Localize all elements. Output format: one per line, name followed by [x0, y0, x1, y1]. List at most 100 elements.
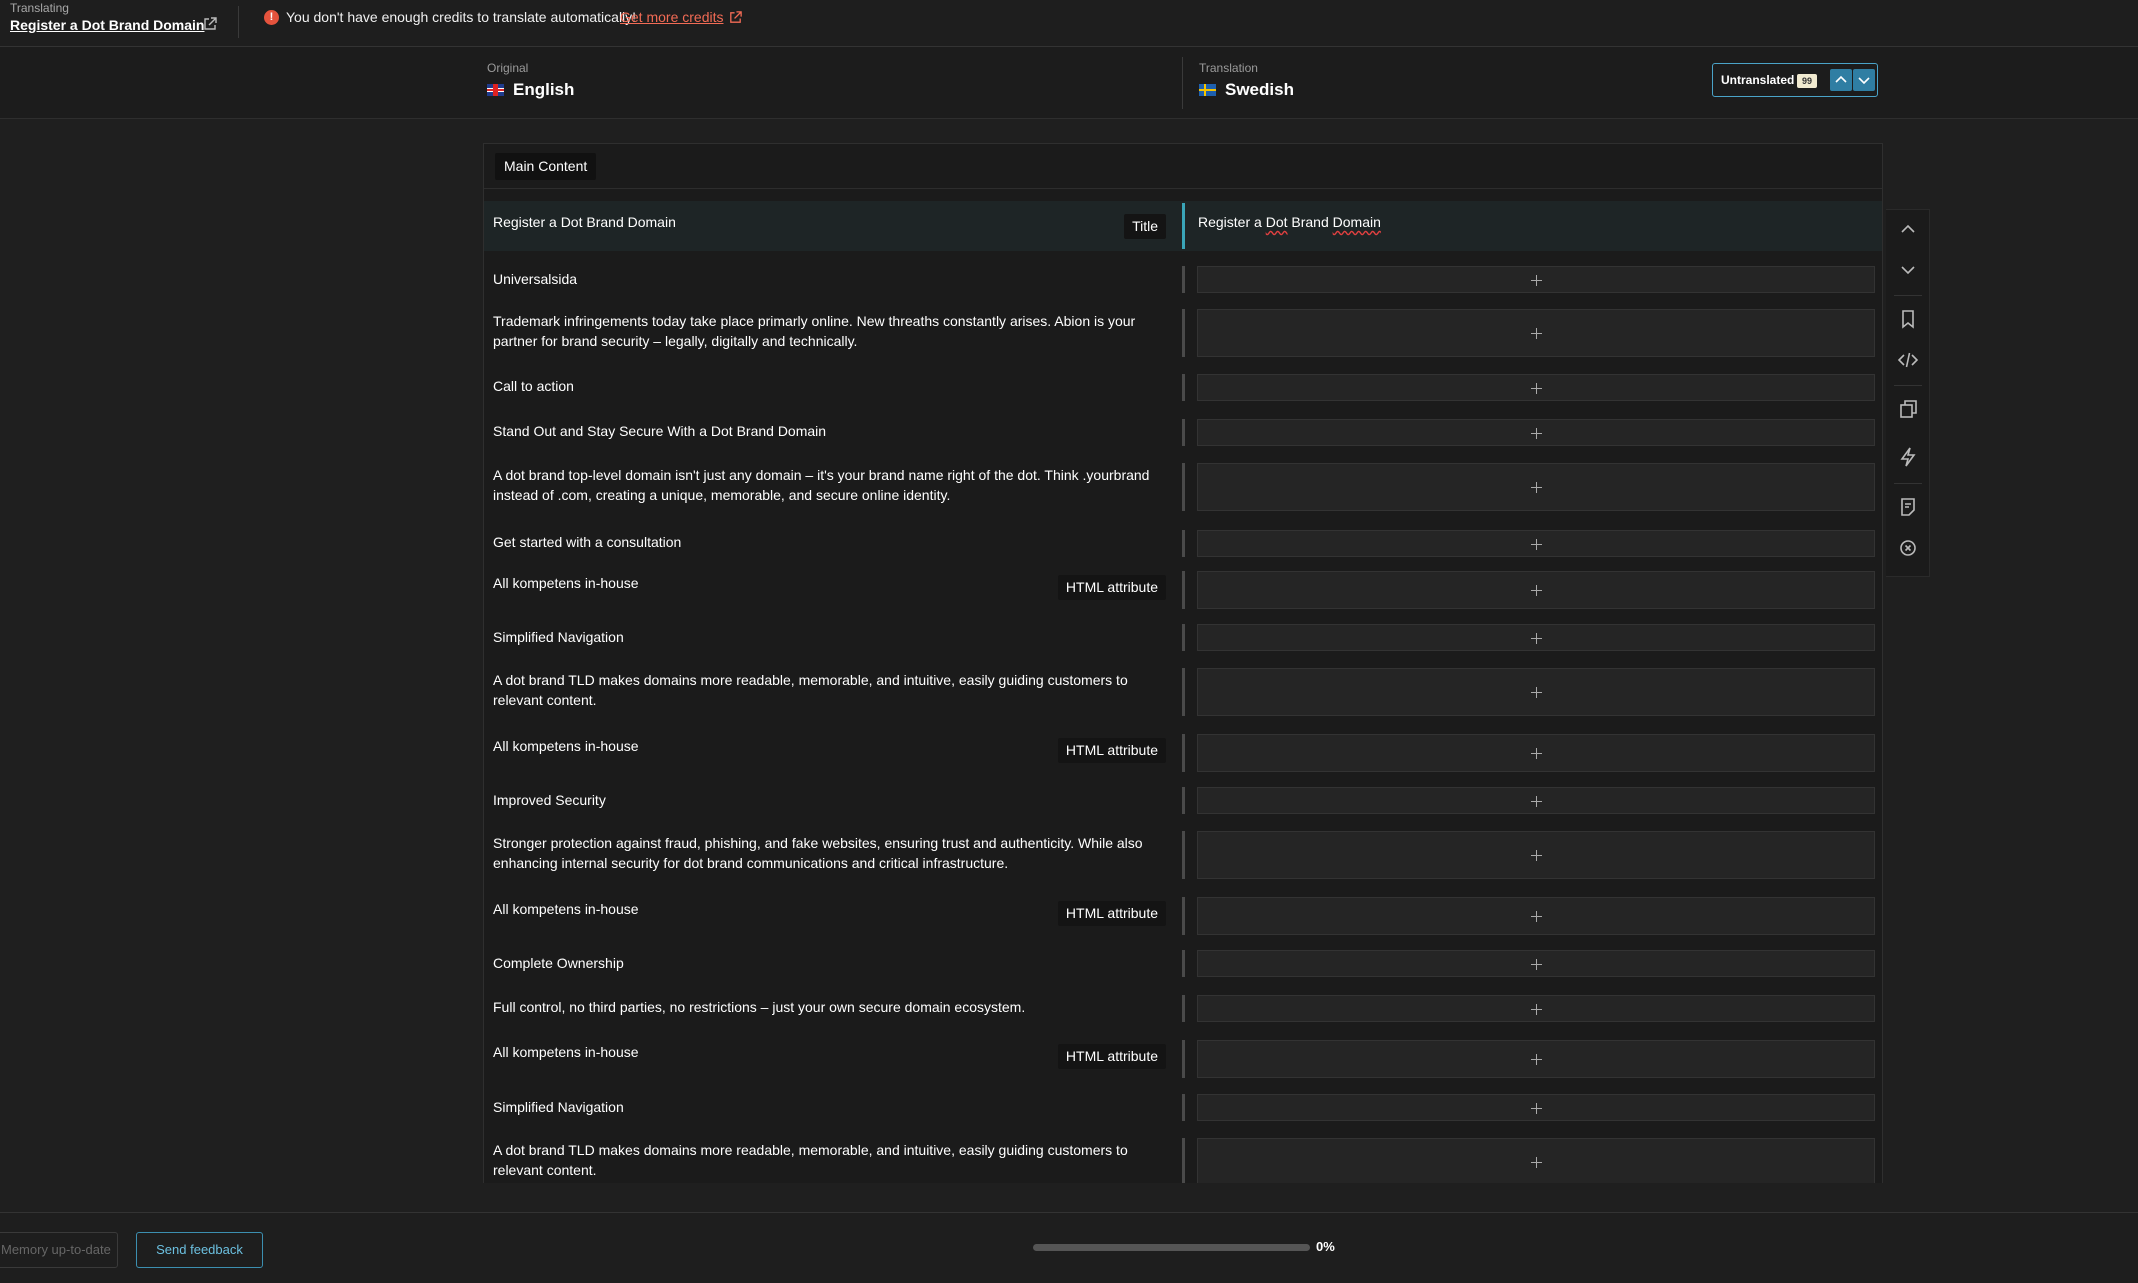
table-row[interactable]: Register a Dot Brand Domain Title Regist… — [484, 201, 1882, 251]
row-indicator — [1182, 309, 1185, 357]
plus-icon — [1531, 382, 1542, 394]
field-type-badge: HTML attribute — [1057, 575, 1166, 600]
add-translation-button[interactable] — [1197, 374, 1875, 401]
source-text: Improved Security — [493, 792, 606, 808]
add-translation-button[interactable] — [1197, 419, 1875, 446]
mode-label: Translating — [10, 1, 69, 15]
previous-untranslated-button[interactable] — [1830, 69, 1852, 91]
field-type-badge: HTML attribute — [1057, 738, 1166, 763]
language-header: Original English Translation Swedish Unt… — [0, 47, 2138, 119]
source-text: All kompetens in-house — [493, 901, 639, 917]
source-text: All kompetens in-house — [493, 1044, 639, 1060]
source-text: Call to action — [493, 378, 574, 394]
translation-input[interactable]: Register a Dot Brand Domain — [1198, 212, 1381, 232]
copy-icon[interactable] — [1897, 398, 1919, 420]
source-text: Trademark infringements today take place… — [493, 313, 1136, 349]
chevron-down-icon[interactable] — [1897, 259, 1919, 281]
field-type-badge: Title — [1124, 214, 1166, 239]
table-row[interactable]: Universalsida — [484, 260, 1882, 298]
row-indicator — [1182, 266, 1185, 293]
add-translation-button[interactable] — [1197, 266, 1875, 293]
add-translation-button[interactable] — [1197, 571, 1875, 609]
field-type-badge: HTML attribute — [1057, 901, 1166, 926]
bottom-bar: Memory up-to-date Send feedback 0% — [0, 1212, 2138, 1283]
add-translation-button[interactable] — [1197, 897, 1875, 935]
chevron-down-icon — [1858, 77, 1870, 85]
row-indicator — [1182, 831, 1185, 879]
plus-icon — [1531, 748, 1542, 759]
table-row[interactable]: Get started with a consultation — [484, 524, 1882, 562]
page-title-link[interactable]: Register a Dot Brand Domain — [10, 17, 204, 33]
divider — [1182, 57, 1183, 109]
table-row[interactable]: Simplified Navigation — [484, 618, 1882, 656]
add-translation-button[interactable] — [1197, 624, 1875, 651]
table-row[interactable]: Simplified Navigation — [484, 1088, 1882, 1126]
row-indicator — [1182, 571, 1185, 609]
lightning-icon[interactable] — [1897, 446, 1919, 468]
source-text: Stronger protection against fraud, phish… — [493, 835, 1143, 871]
get-more-credits-link[interactable]: Get more credits — [620, 9, 723, 25]
divider — [484, 188, 1882, 189]
add-translation-button[interactable] — [1197, 1138, 1875, 1183]
table-row[interactable]: Full control, no third parties, no restr… — [484, 989, 1882, 1027]
plus-icon — [1531, 687, 1542, 698]
row-indicator — [1182, 374, 1185, 401]
untranslated-count-badge: 99 — [1797, 74, 1817, 88]
add-translation-button[interactable] — [1197, 831, 1875, 879]
section-label: Main Content — [495, 153, 597, 180]
table-row[interactable]: Stand Out and Stay Secure With a Dot Bra… — [484, 413, 1882, 451]
plus-icon — [1531, 958, 1542, 970]
table-row[interactable]: Call to action — [484, 368, 1882, 406]
add-translation-button[interactable] — [1197, 1040, 1875, 1078]
original-label: Original — [487, 61, 529, 75]
source-text: All kompetens in-house — [493, 575, 639, 591]
table-row[interactable]: All kompetens in-house HTML attribute — [484, 891, 1882, 941]
divider — [1894, 483, 1922, 484]
row-indicator — [1182, 950, 1185, 977]
send-feedback-button[interactable]: Send feedback — [136, 1232, 263, 1268]
plus-icon — [1531, 1157, 1542, 1168]
close-circle-icon[interactable] — [1897, 537, 1919, 559]
divider — [1894, 295, 1922, 296]
table-row[interactable]: All kompetens in-house HTML attribute — [484, 1034, 1882, 1084]
code-icon[interactable] — [1897, 349, 1919, 371]
add-translation-button[interactable] — [1197, 1094, 1875, 1121]
table-row[interactable]: Improved Security — [484, 781, 1882, 819]
row-indicator — [1182, 1094, 1185, 1121]
uk-flag-icon — [487, 84, 504, 96]
add-translation-button[interactable] — [1197, 668, 1875, 716]
external-link-icon[interactable] — [728, 10, 743, 25]
external-link-icon[interactable] — [202, 16, 218, 32]
row-indicator — [1182, 787, 1185, 814]
plus-icon — [1531, 911, 1542, 922]
bookmark-icon[interactable] — [1897, 308, 1919, 330]
add-translation-button[interactable] — [1197, 995, 1875, 1022]
source-text: A dot brand top-level domain isn't just … — [493, 467, 1150, 503]
source-text: Simplified Navigation — [493, 629, 624, 645]
translation-label: Translation — [1199, 61, 1258, 75]
add-translation-button[interactable] — [1197, 463, 1875, 511]
table-row[interactable]: Trademark infringements today take place… — [484, 302, 1882, 366]
note-icon[interactable] — [1897, 496, 1919, 518]
untranslated-filter[interactable]: Untranslated 99 — [1712, 63, 1878, 97]
plus-icon — [1531, 632, 1542, 644]
table-row[interactable]: Stronger protection against fraud, phish… — [484, 825, 1882, 889]
table-row[interactable]: A dot brand TLD makes domains more reada… — [484, 1132, 1882, 1183]
next-untranslated-button[interactable] — [1853, 69, 1875, 91]
add-translation-button[interactable] — [1197, 309, 1875, 357]
chevron-up-icon — [1835, 75, 1847, 83]
add-translation-button[interactable] — [1197, 787, 1875, 814]
table-row[interactable]: Complete Ownership — [484, 944, 1882, 982]
memory-status-button[interactable]: Memory up-to-date — [0, 1232, 118, 1268]
table-row[interactable]: All kompetens in-house HTML attribute — [484, 728, 1882, 778]
add-translation-button[interactable] — [1197, 530, 1875, 557]
plus-icon — [1531, 1003, 1542, 1015]
table-row[interactable]: A dot brand TLD makes domains more reada… — [484, 662, 1882, 726]
divider — [1894, 385, 1922, 386]
filter-label: Untranslated — [1721, 73, 1795, 87]
add-translation-button[interactable] — [1197, 950, 1875, 977]
add-translation-button[interactable] — [1197, 734, 1875, 772]
table-row[interactable]: A dot brand top-level domain isn't just … — [484, 457, 1882, 521]
table-row[interactable]: All kompetens in-house HTML attribute — [484, 565, 1882, 615]
chevron-up-icon[interactable] — [1897, 218, 1919, 240]
